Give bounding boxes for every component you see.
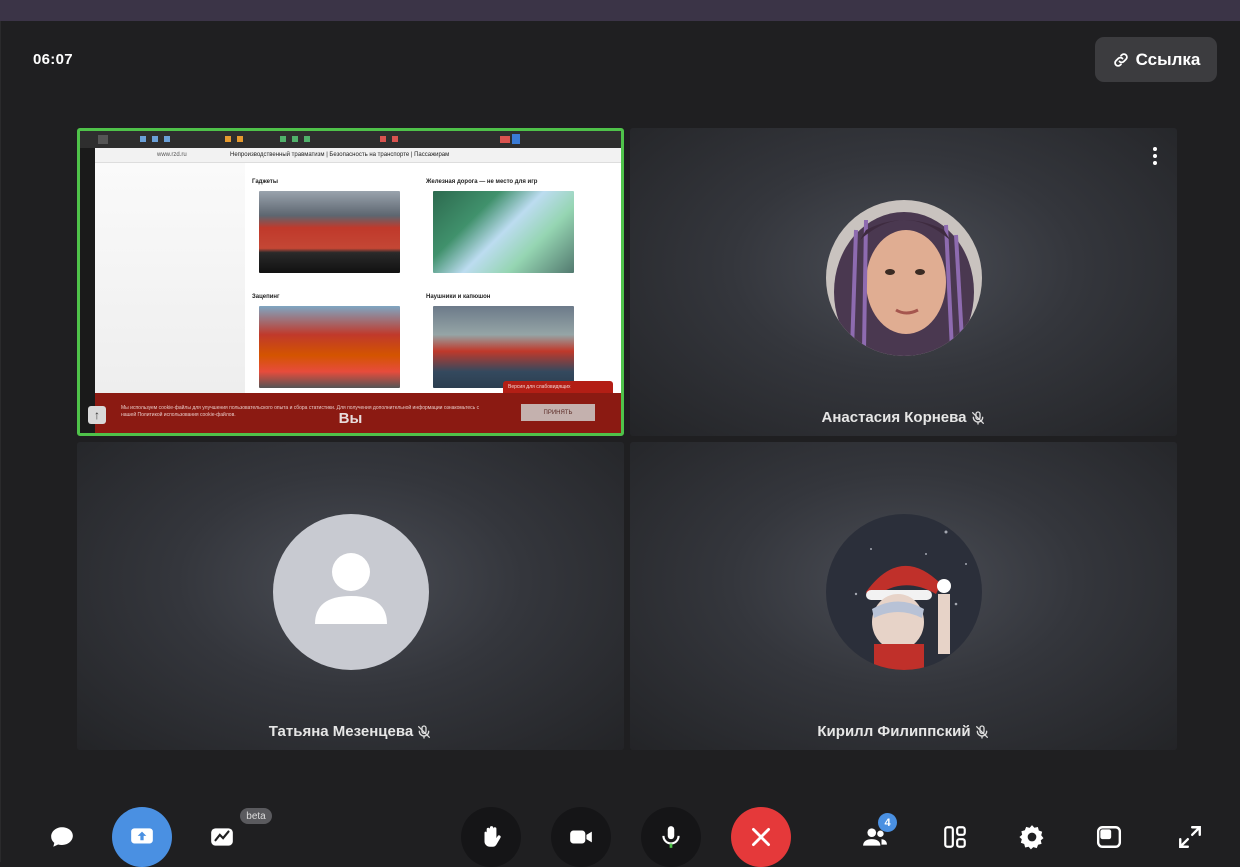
grid-layout-icon xyxy=(944,826,966,848)
shared-browser-sidebar xyxy=(80,148,95,433)
shared-card-zatseping: Зацепинг xyxy=(252,294,400,388)
visually-impaired-version-button[interactable]: Версия для слабовидящих xyxy=(503,381,613,393)
microphone-button[interactable] xyxy=(641,807,701,867)
hang-up-button[interactable] xyxy=(731,807,791,867)
hand-icon xyxy=(484,826,501,847)
copy-link-label: Ссылка xyxy=(1135,49,1201,69)
mic-muted-icon xyxy=(975,724,988,739)
participant-name: Анастасия Корнева xyxy=(821,409,967,426)
participant-tile[interactable]: Анастасия Корнева xyxy=(630,128,1177,436)
microphone-icon xyxy=(662,826,680,848)
whiteboard-icon xyxy=(211,828,233,846)
participant-name-row: Кирилл Филиппский xyxy=(630,723,1177,740)
chat-button[interactable] xyxy=(42,817,82,857)
participant-name-row: Татьяна Мезенцева xyxy=(77,723,624,740)
shared-card-gadgets: Гаджеты xyxy=(252,179,400,273)
railway-games-image xyxy=(433,191,574,273)
share-screen-button[interactable] xyxy=(112,807,172,867)
participants-button[interactable]: 4 xyxy=(855,813,897,857)
participant-tile-self[interactable]: www.rzd.ru Непроизводственный травматизм… xyxy=(77,128,624,436)
participant-tile[interactable]: Кирилл Филиппский xyxy=(630,442,1177,750)
zatseping-image xyxy=(259,306,400,388)
participant-name-row: Анастасия Корнева xyxy=(630,409,1177,426)
browser-top-strip xyxy=(0,0,1240,21)
participant-name: Татьяна Мезенцева xyxy=(268,723,414,740)
shared-browser-tabs xyxy=(80,131,621,148)
participants-count-badge: 4 xyxy=(878,813,897,832)
camera-button[interactable] xyxy=(551,807,611,867)
user-placeholder-icon xyxy=(314,553,387,624)
gear-icon xyxy=(1019,825,1044,850)
chat-icon xyxy=(51,827,73,847)
shared-card-headphones: Наушники и капюшон xyxy=(426,294,574,388)
picture-in-picture-button[interactable] xyxy=(1089,817,1129,857)
train-video-thumbnail[interactable] xyxy=(259,191,400,273)
video-camera-icon xyxy=(570,830,592,844)
call-toolbar: beta 4 xyxy=(0,784,1240,867)
copy-link-button[interactable]: Ссылка xyxy=(1095,37,1217,82)
shared-browser-address-bar: www.rzd.ru Непроизводственный травматизм… xyxy=(95,148,621,163)
avatar xyxy=(825,200,982,356)
mic-muted-icon xyxy=(971,410,984,425)
headphones-image xyxy=(433,306,574,388)
screen-share-preview: www.rzd.ru Непроизводственный травматизм… xyxy=(80,131,621,433)
shared-page-left-panel xyxy=(95,163,245,393)
default-avatar xyxy=(272,514,429,670)
screen-share-icon xyxy=(131,828,153,844)
shared-card-railway-games: Железная дорога — не место для игр xyxy=(426,179,574,273)
more-options-icon[interactable] xyxy=(1147,146,1163,166)
mic-muted-icon xyxy=(418,724,431,739)
avatar xyxy=(825,514,982,670)
raise-hand-button[interactable] xyxy=(461,807,521,867)
user-photo xyxy=(825,200,982,356)
fullscreen-button[interactable] xyxy=(1170,817,1210,857)
link-icon xyxy=(1113,52,1128,67)
user-photo xyxy=(825,514,982,670)
beta-badge: beta xyxy=(240,808,272,824)
close-icon xyxy=(752,828,770,846)
pip-icon xyxy=(1096,826,1122,848)
settings-button[interactable] xyxy=(1012,817,1052,857)
video-call-app: 06:07 Ссылка www.rzd.ru Непроизводственн… xyxy=(0,21,1240,862)
participant-name: Вы xyxy=(338,410,363,427)
expand-icon xyxy=(1179,826,1201,848)
participant-tile[interactable]: Татьяна Мезенцева xyxy=(77,442,624,750)
whiteboard-button[interactable] xyxy=(202,817,242,857)
participant-name: Кирилл Филиппский xyxy=(817,723,971,740)
layout-button[interactable] xyxy=(935,817,975,857)
call-timer: 06:07 xyxy=(33,51,73,68)
